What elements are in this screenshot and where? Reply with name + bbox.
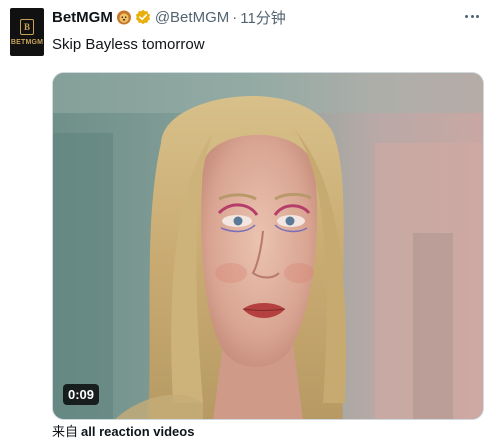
verified-icon: [135, 9, 151, 25]
lion-icon: [116, 9, 132, 25]
handle[interactable]: @BetMGM: [155, 9, 229, 26]
timestamp[interactable]: 11分钟: [240, 7, 286, 28]
video-frame: [53, 73, 483, 419]
video-duration-badge: 0:09: [63, 384, 100, 405]
source-link[interactable]: all reaction videos: [81, 424, 194, 439]
source-prefix: 来自: [52, 425, 79, 440]
tweet-header: BetMGM @BetMGM · 11分钟: [52, 7, 286, 27]
betmgm-logo-icon: B: [20, 18, 34, 35]
video-player[interactable]: 0:09: [52, 72, 484, 420]
display-name[interactable]: BetMGM: [52, 9, 113, 26]
video-source: 来自 all reaction videos: [52, 424, 194, 441]
avatar[interactable]: B BETMGM: [10, 8, 44, 56]
more-icon[interactable]: [462, 8, 482, 24]
tweet[interactable]: B BETMGM BetMGM @BetMGM · 11分钟 Skip Bayl…: [0, 0, 500, 440]
avatar-logo-text: BETMGM: [10, 38, 44, 46]
separator-dot: ·: [232, 8, 238, 26]
tweet-text: Skip Bayless tomorrow: [52, 36, 205, 53]
